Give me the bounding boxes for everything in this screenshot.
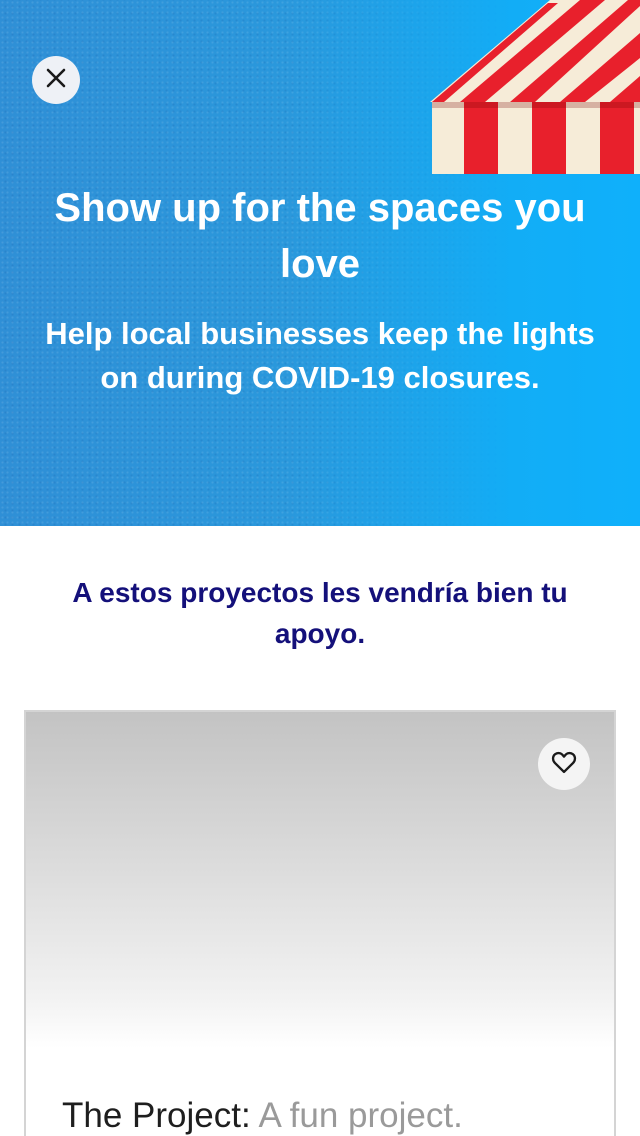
project-title[interactable]: The Project: A fun project. bbox=[62, 1094, 602, 1136]
section-heading: A estos proyectos les vendría bien tu ap… bbox=[72, 577, 568, 649]
project-name: The Project: bbox=[62, 1096, 251, 1135]
heart-icon bbox=[550, 748, 578, 781]
awning-illustration bbox=[430, 0, 640, 174]
project-image[interactable] bbox=[26, 712, 614, 1048]
close-button[interactable] bbox=[32, 56, 80, 104]
project-card[interactable]: The Project: A fun project. bbox=[24, 710, 616, 1136]
page: Show up for the spaces you love Help loc… bbox=[0, 0, 640, 1136]
hero-title: Show up for the spaces you love bbox=[54, 186, 586, 286]
hero-banner: Show up for the spaces you love Help loc… bbox=[0, 0, 640, 526]
close-icon bbox=[45, 67, 67, 94]
hero-subtitle: Help local businesses keep the lights on… bbox=[45, 316, 595, 395]
favorite-button[interactable] bbox=[538, 738, 590, 790]
project-description: A fun project. bbox=[258, 1096, 463, 1135]
